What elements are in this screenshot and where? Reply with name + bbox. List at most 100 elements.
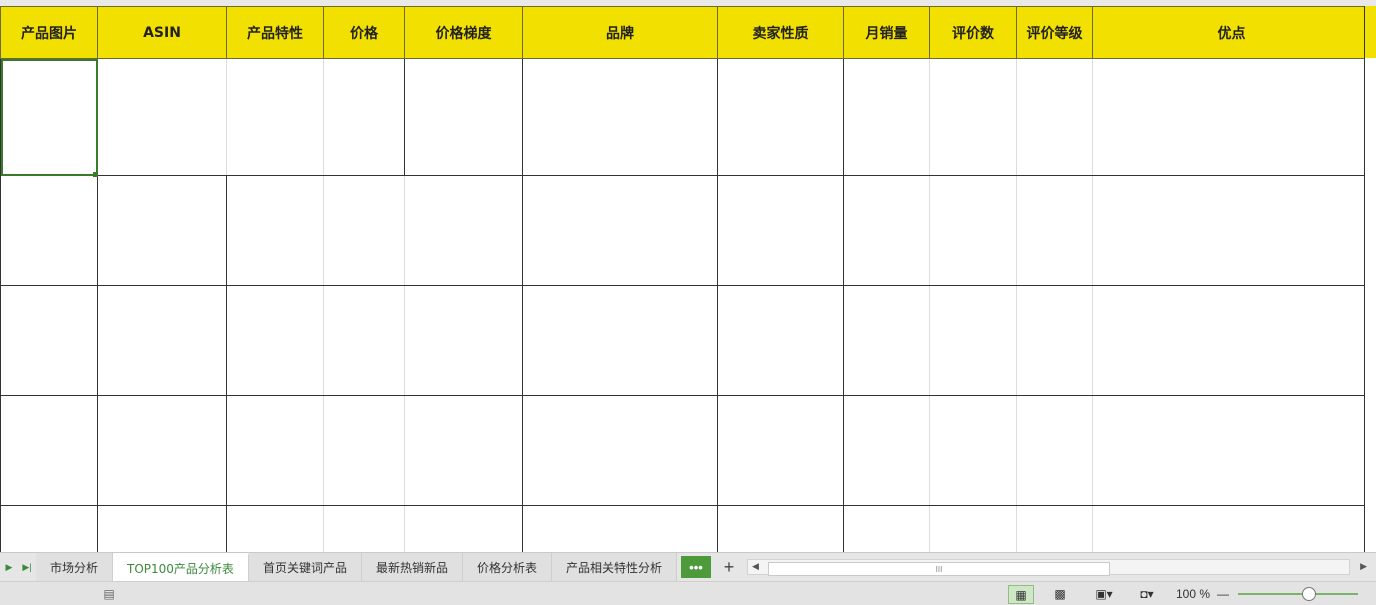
- macro-record-icon[interactable]: ▤: [100, 585, 118, 602]
- page-break-view-icon[interactable]: ▩: [1048, 585, 1072, 602]
- cell[interactable]: [1092, 505, 1371, 552]
- add-sheet-button[interactable]: +: [715, 553, 743, 581]
- cell[interactable]: [404, 285, 523, 396]
- cell[interactable]: [522, 285, 718, 396]
- cell[interactable]: [323, 175, 405, 286]
- header-cell-pros[interactable]: 优点: [1092, 6, 1371, 59]
- cell[interactable]: [226, 175, 324, 286]
- cell[interactable]: [522, 505, 718, 552]
- cell[interactable]: [404, 58, 523, 176]
- zoom-slider-thumb[interactable]: [1302, 587, 1316, 601]
- reading-mode-icon[interactable]: ◘▾: [1130, 585, 1164, 602]
- more-sheets-button[interactable]: •••: [681, 556, 711, 578]
- cell[interactable]: [717, 58, 844, 176]
- cell[interactable]: [226, 58, 324, 176]
- cell[interactable]: [404, 175, 523, 286]
- header-cell-review-count[interactable]: 评价数: [929, 6, 1017, 59]
- cell[interactable]: [1016, 175, 1093, 286]
- sheet-tab-top100[interactable]: TOP100产品分析表: [113, 553, 249, 581]
- scroll-right-icon[interactable]: ▶: [1360, 561, 1367, 572]
- cell[interactable]: [97, 395, 227, 506]
- sheet-tab-bar: ▶ ▶| 市场分析 TOP100产品分析表 首页关键词产品 最新热销新品 价格分…: [0, 552, 1376, 581]
- page-layout-view-icon[interactable]: ▣▾: [1088, 585, 1120, 602]
- cell[interactable]: [1092, 175, 1371, 286]
- sheet-tab-new-bestsellers[interactable]: 最新热销新品: [361, 553, 463, 581]
- cell[interactable]: [929, 395, 1017, 506]
- sheet-tab-homepage-keywords[interactable]: 首页关键词产品: [248, 553, 362, 581]
- cell[interactable]: [717, 505, 844, 552]
- cell[interactable]: [1016, 285, 1093, 396]
- zoom-level[interactable]: 100 %: [1172, 585, 1214, 602]
- scroll-left-icon[interactable]: ◀: [752, 561, 759, 572]
- cell[interactable]: [97, 58, 227, 176]
- table-row: [0, 285, 1371, 396]
- cell[interactable]: [929, 285, 1017, 396]
- cell[interactable]: [522, 58, 718, 176]
- cell[interactable]: [0, 285, 98, 396]
- horizontal-scrollbar[interactable]: ◀ III ▶: [747, 559, 1367, 576]
- status-bar: ▤ ▦ ▩ ▣▾ ◘▾ 100 % —: [0, 581, 1376, 605]
- table-row: [0, 505, 1371, 552]
- header-cell-monthly-sales[interactable]: 月销量: [843, 6, 930, 59]
- sheet-tab-market-analysis[interactable]: 市场分析: [36, 553, 114, 581]
- header-cell-product-features[interactable]: 产品特性: [226, 6, 324, 59]
- table-row: [0, 395, 1371, 506]
- cell[interactable]: [226, 395, 324, 506]
- last-sheet-icon[interactable]: ▶|: [18, 553, 36, 581]
- cell[interactable]: [0, 505, 98, 552]
- cell[interactable]: [1092, 285, 1371, 396]
- cell[interactable]: [522, 175, 718, 286]
- cell[interactable]: [0, 395, 98, 506]
- header-cell-rating[interactable]: 评价等级: [1016, 6, 1093, 59]
- cell[interactable]: [929, 175, 1017, 286]
- cell[interactable]: [1016, 58, 1093, 176]
- cell[interactable]: [323, 285, 405, 396]
- cell[interactable]: [1092, 395, 1371, 506]
- cell[interactable]: [717, 395, 844, 506]
- header-cell-price[interactable]: 价格: [323, 6, 405, 59]
- cell[interactable]: [226, 505, 324, 552]
- cell[interactable]: [717, 175, 844, 286]
- fill-handle[interactable]: [93, 172, 98, 177]
- cell[interactable]: [1016, 395, 1093, 506]
- cell[interactable]: [929, 505, 1017, 552]
- cell[interactable]: [404, 505, 523, 552]
- cell[interactable]: [843, 285, 930, 396]
- table-row: [0, 175, 1371, 286]
- normal-view-icon[interactable]: ▦: [1008, 585, 1034, 604]
- zoom-slider-track[interactable]: [1238, 593, 1358, 595]
- cell[interactable]: [843, 505, 930, 552]
- cell-selected[interactable]: [0, 58, 98, 176]
- zoom-out-button[interactable]: —: [1216, 585, 1230, 602]
- cell[interactable]: [0, 175, 98, 286]
- header-cell-seller-type[interactable]: 卖家性质: [717, 6, 844, 59]
- cell[interactable]: [843, 395, 930, 506]
- table-row: [0, 58, 1371, 176]
- data-table: 产品图片 ASIN 产品特性 价格 价格梯度 品牌 卖家性质 月销量 评价数 评…: [0, 6, 1371, 552]
- sheet-tab-price-analysis[interactable]: 价格分析表: [462, 553, 552, 581]
- spreadsheet-grid[interactable]: 产品图片 ASIN 产品特性 价格 价格梯度 品牌 卖家性质 月销量 评价数 评…: [0, 6, 1376, 552]
- cell[interactable]: [929, 58, 1017, 176]
- cell[interactable]: [522, 395, 718, 506]
- cell[interactable]: [97, 285, 227, 396]
- next-sheet-icon[interactable]: ▶: [0, 553, 18, 581]
- cell[interactable]: [717, 285, 844, 396]
- cell[interactable]: [843, 58, 930, 176]
- cell[interactable]: [226, 285, 324, 396]
- cell[interactable]: [404, 395, 523, 506]
- header-cell-asin[interactable]: ASIN: [97, 6, 227, 59]
- header-cell-brand[interactable]: 品牌: [522, 6, 718, 59]
- cell[interactable]: [323, 505, 405, 552]
- sheet-tab-feature-analysis[interactable]: 产品相关特性分析: [551, 553, 677, 581]
- cell[interactable]: [323, 395, 405, 506]
- scroll-thumb[interactable]: III: [768, 562, 1110, 576]
- header-cell-price-tier[interactable]: 价格梯度: [404, 6, 523, 59]
- next-column-edge: [1364, 6, 1376, 552]
- cell[interactable]: [843, 175, 930, 286]
- cell[interactable]: [1092, 58, 1371, 176]
- cell[interactable]: [97, 175, 227, 286]
- cell[interactable]: [97, 505, 227, 552]
- cell[interactable]: [323, 58, 405, 176]
- cell[interactable]: [1016, 505, 1093, 552]
- header-cell-product-image[interactable]: 产品图片: [0, 6, 98, 59]
